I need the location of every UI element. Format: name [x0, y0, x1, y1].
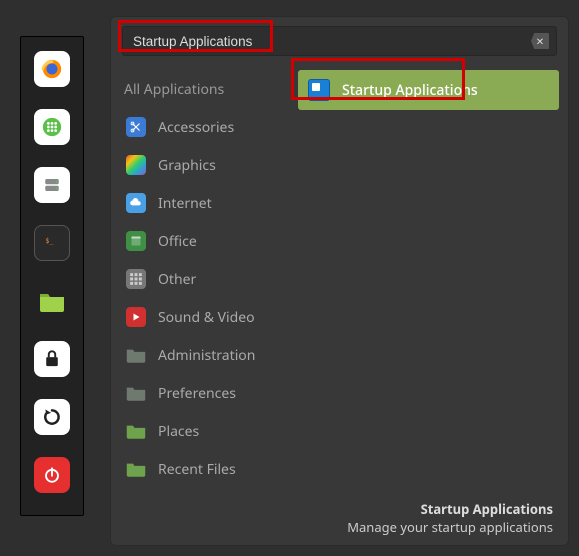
- category-label: Internet: [158, 194, 212, 213]
- grid-icon: [126, 269, 146, 289]
- cloud-icon: [126, 193, 146, 213]
- result-description: Startup Applications Manage your startup…: [347, 500, 553, 536]
- category-label: Accessories: [158, 118, 234, 137]
- category-places[interactable]: Places: [120, 412, 280, 450]
- category-list: All Applications Accessories Graphics In…: [120, 64, 280, 546]
- category-preferences[interactable]: Preferences: [120, 374, 280, 412]
- graphics-icon: [126, 155, 146, 175]
- category-label: Recent Files: [158, 460, 236, 479]
- description-subtitle: Manage your startup applications: [347, 518, 553, 536]
- category-internet[interactable]: Internet: [120, 184, 280, 222]
- startup-applications-icon: [308, 79, 330, 101]
- category-office[interactable]: Office: [120, 222, 280, 260]
- launcher-bar: $_: [20, 36, 84, 516]
- result-label: Startup Applications: [342, 81, 478, 100]
- application-menu: ✕ All Applications Accessories Graphics: [110, 16, 569, 546]
- files-icon[interactable]: [34, 283, 70, 319]
- clear-search-icon[interactable]: ✕: [531, 33, 549, 49]
- category-label: Office: [158, 232, 197, 251]
- category-label: Places: [158, 422, 199, 441]
- lock-icon[interactable]: [34, 341, 70, 377]
- category-label: Administration: [158, 346, 255, 365]
- category-label: Graphics: [158, 156, 216, 175]
- category-other[interactable]: Other: [120, 260, 280, 298]
- folder-admin-icon: [126, 345, 146, 365]
- power-icon[interactable]: [34, 457, 70, 493]
- category-administration[interactable]: Administration: [120, 336, 280, 374]
- folder-prefs-icon: [126, 383, 146, 403]
- firefox-icon[interactable]: [34, 51, 70, 87]
- category-label: Sound & Video: [158, 308, 255, 327]
- category-graphics[interactable]: Graphics: [120, 146, 280, 184]
- category-recent-files[interactable]: Recent Files: [120, 450, 280, 488]
- category-label: All Applications: [124, 80, 224, 99]
- apps-grid-icon[interactable]: [34, 109, 70, 145]
- scissors-icon: [126, 117, 146, 137]
- terminal-icon[interactable]: $_: [34, 225, 70, 261]
- category-label: Other: [158, 270, 196, 289]
- results-list: Startup Applications: [280, 64, 559, 546]
- category-sound-video[interactable]: Sound & Video: [120, 298, 280, 336]
- category-label: Preferences: [158, 384, 236, 403]
- folder-recent-icon: [126, 459, 146, 479]
- folder-places-icon: [126, 421, 146, 441]
- category-all-applications[interactable]: All Applications: [120, 70, 280, 108]
- restart-icon[interactable]: [34, 399, 70, 435]
- search-input[interactable]: [122, 26, 557, 56]
- category-accessories[interactable]: Accessories: [120, 108, 280, 146]
- office-icon: [126, 231, 146, 251]
- description-title: Startup Applications: [347, 500, 553, 518]
- svg-text:$_: $_: [45, 237, 53, 245]
- play-icon: [126, 307, 146, 327]
- result-startup-applications[interactable]: Startup Applications: [298, 70, 559, 110]
- disks-icon[interactable]: [34, 167, 70, 203]
